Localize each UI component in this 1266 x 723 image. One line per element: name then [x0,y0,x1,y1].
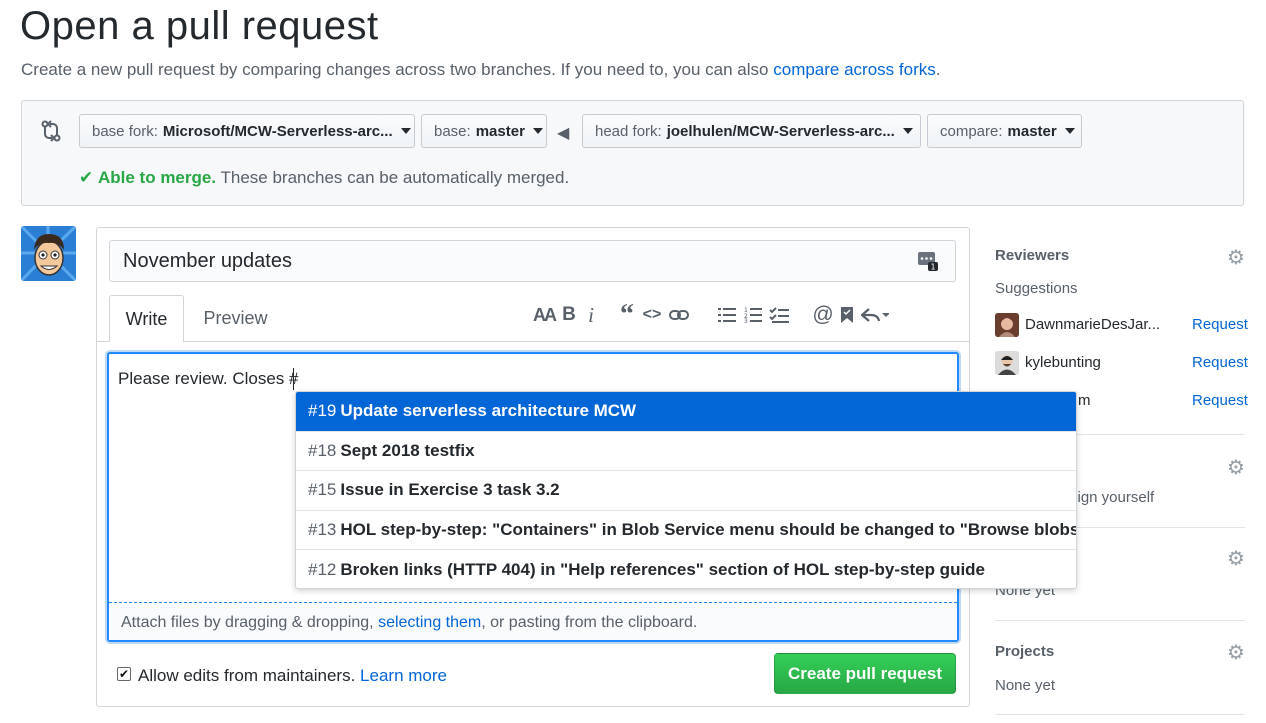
compare-value: master [1007,122,1057,140]
numbered-list-icon[interactable]: 123 [740,302,766,328]
drop-zone-divider [109,602,957,603]
select-files-link[interactable]: selecting them [378,614,481,631]
gear-icon[interactable]: ⚙ [1227,455,1245,480]
suggestion-title: Broken links (HTTP 404) in "Help referen… [340,560,986,580]
projects-none: None yet [995,677,1056,694]
base-value: master [475,122,525,140]
base-fork-value: Microsoft/MCW-Serverless-arc... [162,122,393,140]
suggestion-item[interactable]: #12 Broken links (HTTP 404) in "Help ref… [296,550,1076,588]
reviewer-name: DawnmarieDesJar... [1025,316,1161,333]
merge-status-label: Able to merge. [97,168,217,187]
header-icon[interactable]: AA [530,302,558,328]
attach-hint: Attach files by dragging & dropping, sel… [121,614,697,632]
avatar[interactable] [21,226,76,281]
head-fork-value: joelhulen/MCW-Serverless-arc... [666,122,895,140]
attach-suffix: , or pasting from the clipboard. [481,614,698,631]
sidebar-divider [995,714,1245,715]
suggestion-title: Sept 2018 testfix [340,440,475,460]
reviewer-name: m [1078,392,1091,409]
suggestion-item[interactable]: #18 Sept 2018 testfix [296,432,1076,472]
suggestion-number: #13 [308,520,337,540]
git-compare-icon [40,119,62,143]
suggestion-title: HOL step-by-step: "Containers" in Blob S… [340,520,1077,540]
suggestion-title: Update serverless architecture MCW [340,401,637,421]
suggestion-number: #19 [308,401,337,421]
sidebar-divider [995,620,1245,621]
link-icon[interactable] [666,302,692,328]
compare-across-forks-link[interactable]: compare across forks [773,60,936,79]
suggestion-number: #12 [308,560,337,580]
subtitle-end: . [935,60,941,79]
mention-icon[interactable]: @ [810,302,836,328]
task-list-icon[interactable] [766,302,792,328]
quote-icon[interactable]: “ [616,299,638,330]
learn-more-link[interactable]: Learn more [360,666,447,685]
code-icon[interactable]: <> [638,302,666,328]
attach-prefix: Attach files by dragging & dropping, [121,614,374,631]
title-input[interactable]: November updates [109,240,956,282]
tab-write[interactable]: Write [109,295,184,342]
bold-icon[interactable]: B [558,302,580,328]
issue-suggestions-dropdown: #19 Update serverless architecture MCW #… [295,391,1077,589]
svg-text:3: 3 [744,318,748,323]
avatar [995,351,1019,375]
suggestion-number: #15 [308,480,337,500]
italic-icon[interactable]: i [580,302,602,328]
chevron-down-icon [902,128,913,134]
reply-icon[interactable] [858,302,892,328]
assign-yourself-link[interactable]: sign yourself [1070,489,1154,506]
projects-heading: Projects [995,643,1055,660]
tab-preview[interactable]: Preview [188,295,283,342]
arrow-left-icon: ◀ [557,125,570,142]
request-review-button[interactable]: Request [1192,316,1248,333]
gear-icon[interactable]: ⚙ [1227,546,1245,571]
allow-edits-checkbox[interactable]: ✔ [117,667,131,681]
compare-branch-select[interactable]: compare: master [927,114,1082,148]
text-cursor [293,368,294,390]
request-review-button[interactable]: Request [1192,392,1248,409]
bookmark-icon[interactable] [836,302,858,328]
base-branch-select[interactable]: base: master [421,114,547,148]
saved-replies-icon[interactable]: 1 [917,250,939,272]
request-review-button[interactable]: Request [1192,354,1248,371]
create-pull-request-button[interactable]: Create pull request [774,653,956,694]
suggestion-item[interactable]: #19 Update serverless architecture MCW [296,392,1076,432]
base-fork-label: base fork: [92,122,158,140]
head-fork-label: head fork: [595,122,662,140]
page-subtitle: Create a new pull request by comparing c… [21,60,940,80]
svg-text:1: 1 [930,263,935,272]
page-title: Open a pull request [20,4,379,48]
bullet-list-icon[interactable] [714,302,740,328]
reviewers-heading: Reviewers [995,247,1070,264]
suggestion-item[interactable]: #15 Issue in Exercise 3 task 3.2 [296,471,1076,511]
suggestions-label: Suggestions [995,280,1078,297]
allow-edits-label: Allow edits from maintainers. [138,666,356,685]
chevron-down-icon [400,128,411,134]
compare-label: compare: [940,122,1003,140]
merge-status-detail: These branches can be automatically merg… [220,168,570,187]
head-fork-select[interactable]: head fork: joelhulen/MCW-Serverless-arc.… [582,114,921,148]
reviewer-name: kylebunting [1025,354,1101,371]
gear-icon[interactable]: ⚙ [1227,245,1245,270]
title-input-value: November updates [123,249,292,272]
gear-icon[interactable]: ⚙ [1227,640,1245,665]
body-textarea-value: Please review. Closes # [118,369,299,388]
check-icon: ✔ [79,168,94,187]
subtitle-text: Create a new pull request by comparing c… [21,60,769,79]
avatar [995,313,1019,337]
suggestion-title: Issue in Exercise 3 task 3.2 [340,480,560,500]
merge-status: ✔ Able to merge. These branches can be a… [79,168,569,188]
markdown-toolbar: AA B i “ <> 123 @ [530,299,892,330]
base-label: base: [434,122,471,140]
suggestion-item[interactable]: #13 HOL step-by-step: "Containers" in Bl… [296,511,1076,551]
base-fork-select[interactable]: base fork: Microsoft/MCW-Serverless-arc.… [79,114,415,148]
chevron-down-icon [532,128,543,134]
allow-edits-text: Allow edits from maintainers. Learn more [138,666,447,686]
chevron-down-icon [1064,128,1075,134]
suggestion-number: #18 [308,440,337,460]
